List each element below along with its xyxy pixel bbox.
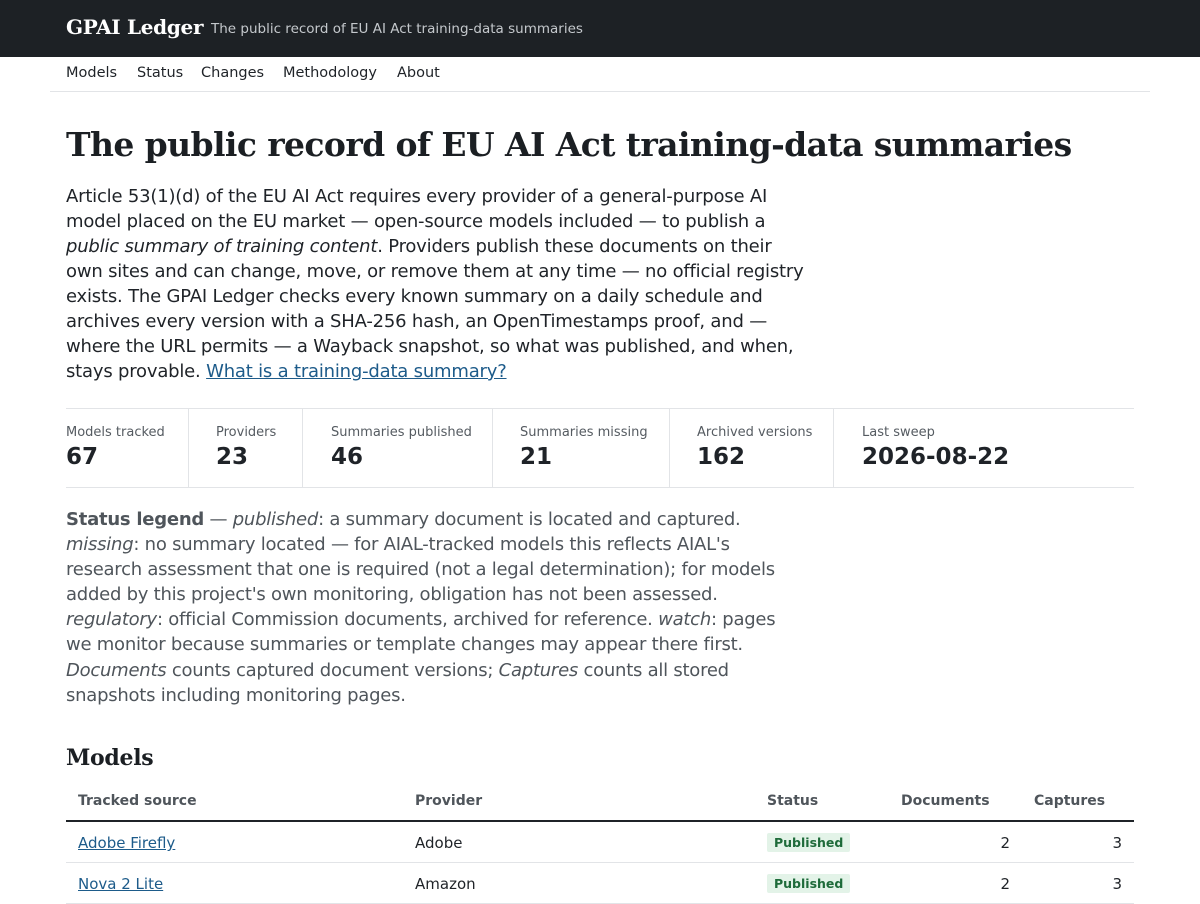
legend-term-missing: missing [66, 534, 134, 556]
provider-cell: Adobe [415, 834, 463, 852]
legend-term-documents: Documents [66, 659, 167, 681]
brand-logo[interactable]: GPAI Ledger [66, 15, 204, 39]
stat-label: Archived versions [697, 425, 813, 440]
legend-term-captures: Captures [498, 659, 579, 681]
stat-label: Last sweep [862, 425, 935, 440]
legend-term-regulatory: regulatory [66, 609, 157, 631]
intro-paragraph: Article 53(1)(d) of the EU AI Act requir… [66, 184, 811, 384]
site-tagline: The public record of EU AI Act training-… [211, 21, 583, 37]
nav-item-models[interactable]: Models [66, 65, 117, 81]
stat-archived-versions: Archived versions 162 [670, 409, 834, 488]
legend-text-regulatory: : official Commission documents, archive… [156, 609, 659, 631]
nav-item-status[interactable]: Status [137, 65, 183, 81]
status-legend: Status legend — published: a summary doc… [66, 507, 796, 708]
legend-dash: — [204, 509, 233, 530]
stat-value: 2026-08-22 [862, 444, 1010, 470]
table-row: Adobe Firefly Adobe Published 2 3 [66, 822, 1134, 863]
models-table-header: Tracked source Provider Status Documents… [66, 785, 1134, 822]
captures-cell: 3 [1112, 875, 1122, 893]
legend-text-published: : a summary document is located and capt… [318, 509, 741, 530]
legend-text-missing: : no summary located — for AIAL-tracked … [66, 534, 775, 606]
captures-cell: 3 [1112, 834, 1122, 852]
models-section-title: Models [66, 745, 154, 771]
col-header-tracked-source[interactable]: Tracked source [78, 793, 197, 809]
stat-summaries-published: Summaries published 46 [303, 409, 493, 488]
model-link[interactable]: Adobe Firefly [78, 834, 175, 852]
stat-providers: Providers 23 [189, 409, 303, 488]
intro-text-1: Article 53(1)(d) of the EU AI Act requir… [66, 186, 768, 232]
stat-last-sweep: Last sweep 2026-08-22 [834, 409, 1134, 488]
stat-value: 162 [697, 444, 746, 470]
stat-label: Summaries published [331, 425, 472, 440]
documents-cell: 2 [1000, 875, 1010, 893]
intro-emphasis: public summary of training content [66, 236, 378, 257]
stat-label: Models tracked [66, 425, 165, 440]
training-summary-link[interactable]: What is a training-data summary? [206, 361, 507, 382]
top-bar: GPAI Ledger The public record of EU AI A… [0, 0, 1200, 57]
stat-value: 23 [216, 444, 249, 470]
col-header-documents[interactable]: Documents [901, 793, 990, 809]
provider-cell: Amazon [415, 875, 476, 893]
col-header-status[interactable]: Status [767, 793, 818, 809]
legend-text-documents: counts captured document versions; [166, 659, 499, 681]
stat-value: 67 [66, 444, 99, 470]
stat-value: 46 [331, 444, 364, 470]
stat-label: Summaries missing [520, 425, 648, 440]
stat-models-tracked: Models tracked 67 [66, 409, 189, 488]
status-badge: Published [767, 833, 851, 852]
stats-bar: Models tracked 67 Providers 23 Summaries… [66, 408, 1134, 488]
legend-term-published: published [232, 509, 319, 530]
documents-cell: 2 [1000, 834, 1010, 852]
legend-heading: Status legend [66, 509, 205, 530]
stat-summaries-missing: Summaries missing 21 [493, 409, 670, 488]
col-header-captures[interactable]: Captures [1034, 793, 1105, 809]
col-header-provider[interactable]: Provider [415, 793, 482, 809]
nav-item-changes[interactable]: Changes [201, 65, 264, 81]
nav-item-about[interactable]: About [397, 65, 440, 81]
stat-label: Providers [216, 425, 277, 440]
legend-term-watch: watch [658, 609, 711, 631]
nav-item-methodology[interactable]: Methodology [283, 65, 377, 81]
status-badge: Published [767, 874, 851, 893]
model-link[interactable]: Nova 2 Lite [78, 875, 163, 893]
table-row: Nova 2 Lite Amazon Published 2 3 [66, 863, 1134, 904]
page-title: The public record of EU AI Act training-… [66, 125, 1072, 164]
main-nav: Models Status Changes Methodology About [50, 57, 1150, 92]
stat-value: 21 [520, 444, 553, 470]
